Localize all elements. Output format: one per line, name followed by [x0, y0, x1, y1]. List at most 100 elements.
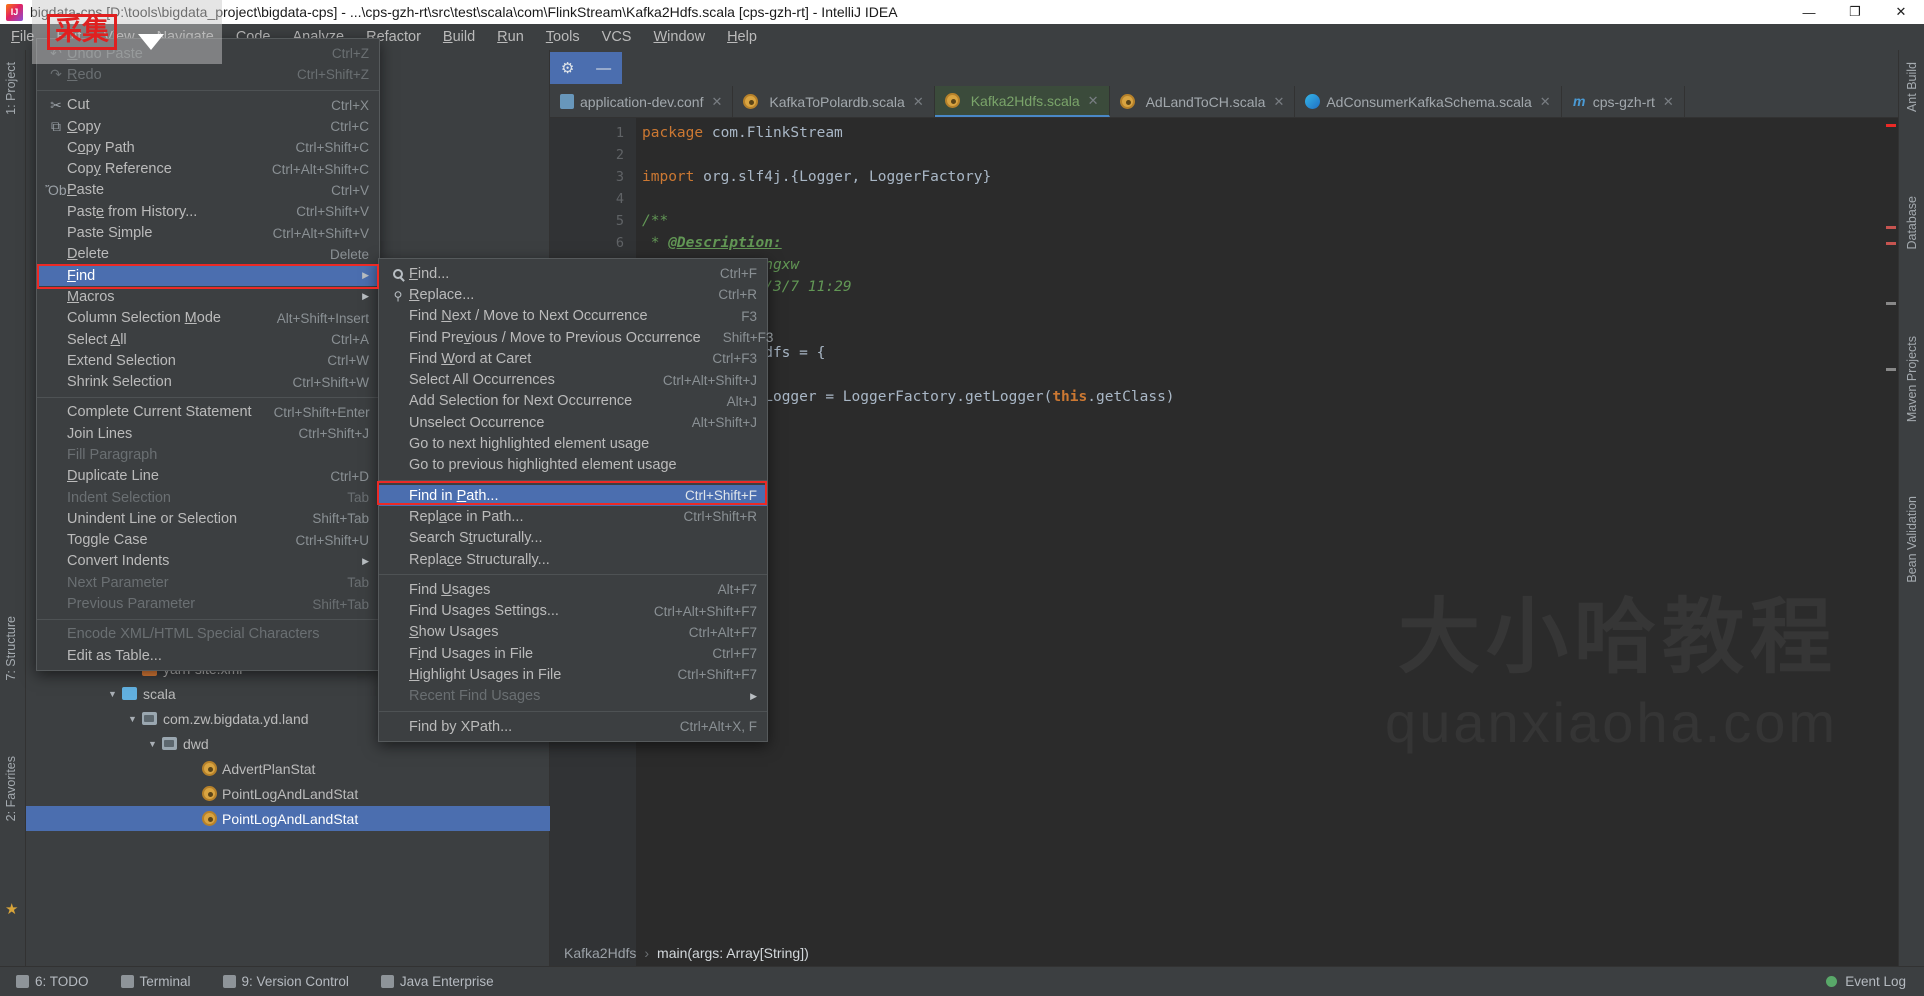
menu-item-find[interactable]: Find ▶ — [37, 264, 379, 287]
menu-item-select-all-occurrences[interactable]: Select All Occurrences Ctrl+Alt+Shift+J — [379, 369, 767, 390]
breadcrumb-method[interactable]: main(args: Array[String]) — [657, 945, 809, 961]
menu-run[interactable]: Run — [486, 27, 535, 48]
sidebar-item-database[interactable]: Database — [1900, 190, 1924, 256]
menu-item-highlight-usages-in-file[interactable]: Highlight Usages in File Ctrl+Shift+F7 — [379, 664, 767, 685]
menu-item-convert-indents[interactable]: Convert Indents ▶ — [37, 551, 379, 572]
menu-item-paste-from-history[interactable]: Paste from History... Ctrl+Shift+V — [37, 201, 379, 222]
menu-item-unselect-occurrence[interactable]: Unselect Occurrence Alt+Shift+J — [379, 412, 767, 433]
find-submenu-popup[interactable]: Find... Ctrl+F ⚲ Replace... Ctrl+R Find Next… — [378, 258, 773, 743]
close-button[interactable]: ✕ — [1878, 0, 1924, 24]
menu-item-paste[interactable]: Ὄb Paste Ctrl+V — [37, 180, 379, 201]
editor-tab-kafkatopolardb-scala[interactable]: KafkaToPolardb.scala ✕ — [733, 86, 935, 117]
tree-item-pointlogandlandstat[interactable]: PointLogAndLandStat — [26, 806, 550, 831]
close-icon[interactable]: ✕ — [913, 94, 924, 110]
menu-item-find-in-path[interactable]: Find in Path... Ctrl+Shift+F — [379, 484, 767, 507]
sidebar-item-structure[interactable]: 7: Structure — [0, 610, 23, 687]
close-icon[interactable]: ✕ — [711, 94, 722, 110]
chevron-down-icon[interactable]: ▼ — [146, 739, 159, 749]
edit-menu-popup[interactable]: ↶ Undo Paste Ctrl+Z ↷ Redo Ctrl+Shift+Z ✂ Cut Ct… — [36, 38, 380, 672]
menu-item-shortcut: Shift+Tab — [312, 596, 369, 612]
status-item-6-todo[interactable]: 6: TODO — [16, 974, 105, 989]
menu-tools[interactable]: Tools — [535, 27, 591, 48]
collapse-icon[interactable]: — — [596, 60, 611, 77]
menu-item-find-next-move-to-next-occurrence[interactable]: Find Next / Move to Next Occurrence F3 — [379, 306, 767, 327]
sidebar-item-ant-build[interactable]: Ant Build — [1900, 56, 1924, 118]
tree-item-advertplanstat[interactable]: AdvertPlanStat — [26, 756, 550, 781]
editor-tab-cps-gzh-rt[interactable]: m cps-gzh-rt ✕ — [1562, 86, 1685, 117]
menu-item-find-usages-settings[interactable]: Find Usages Settings... Ctrl+Alt+Shift+F7 — [379, 600, 767, 621]
event-log-label[interactable]: Event Log — [1845, 974, 1906, 989]
menu-item-copy[interactable]: ⧉ Copy Ctrl+C — [37, 116, 379, 137]
tree-item-pointlogandlandstat[interactable]: PointLogAndLandStat — [26, 781, 550, 806]
menu-build[interactable]: Build — [432, 27, 486, 48]
menu-item-duplicate-line[interactable]: Duplicate Line Ctrl+D — [37, 466, 379, 487]
menu-item-extend-selection[interactable]: Extend Selection Ctrl+W — [37, 350, 379, 371]
menu-item-cut[interactable]: ✂ Cut Ctrl+X — [37, 95, 379, 116]
menu-item-toggle-case[interactable]: Toggle Case Ctrl+Shift+U — [37, 530, 379, 551]
close-icon[interactable]: ✕ — [1540, 94, 1551, 110]
menu-item-delete[interactable]: Delete Delete — [37, 244, 379, 265]
menu-item-paste-simple[interactable]: Paste Simple Ctrl+Alt+Shift+V — [37, 222, 379, 243]
menu-item-find-by-xpath[interactable]: Find by XPath... Ctrl+Alt+X, F — [379, 716, 767, 737]
menu-item-edit-as-table[interactable]: Edit as Table... — [37, 645, 379, 666]
sidebar-item-favorites[interactable]: 2: Favorites — [0, 750, 23, 827]
menu-item-find-usages[interactable]: Find Usages Alt+F7 — [379, 579, 767, 600]
menu-item-find[interactable]: Find... Ctrl+F — [379, 263, 767, 284]
menu-item-search-structurally[interactable]: Search Structurally... — [379, 528, 767, 549]
menu-vcs[interactable]: VCS — [591, 27, 643, 48]
menu-item-column-selection-mode[interactable]: Column Selection Mode Alt+Shift+Insert — [37, 308, 379, 329]
menu-item-go-to-next-highlighted-element-usage[interactable]: Go to next highlighted element usage — [379, 433, 767, 454]
menu-item-join-lines[interactable]: Join Lines Ctrl+Shift+J — [37, 423, 379, 444]
menu-item-show-usages[interactable]: Show Usages Ctrl+Alt+F7 — [379, 622, 767, 643]
code-editor[interactable]: package com.FlinkStream import org.slf4j… — [636, 118, 1898, 966]
menu-item-icon-placeholder — [387, 457, 409, 473]
vcs-icon — [222, 975, 236, 988]
chevron-down-icon[interactable]: ▼ — [126, 714, 139, 724]
close-icon[interactable]: ✕ — [1663, 94, 1674, 110]
sidebar-item-bean-validation[interactable]: Bean Validation — [1900, 490, 1924, 589]
menu-item-select-all[interactable]: Select All Ctrl+A — [37, 329, 379, 350]
menu-help[interactable]: Help — [716, 27, 768, 48]
status-item-terminal[interactable]: Terminal — [120, 974, 207, 989]
favorites-star-icon[interactable]: ★ — [5, 900, 18, 918]
menu-item-shrink-selection[interactable]: Shrink Selection Ctrl+Shift+W — [37, 371, 379, 392]
menu-item-shortcut: Ctrl+Alt+F7 — [688, 624, 757, 640]
menu-item-unindent-line-or-selection[interactable]: Unindent Line or Selection Shift+Tab — [37, 508, 379, 529]
menu-item-shortcut: Shift+F3 — [722, 330, 774, 346]
menu-item-copy-path[interactable]: Copy Path Ctrl+Shift+C — [37, 137, 379, 158]
gear-icon[interactable]: ⚙ — [561, 59, 574, 77]
menu-item-label: Previous Parameter — [67, 596, 196, 613]
menu-item-go-to-previous-highlighted-element-usage[interactable]: Go to previous highlighted element usage — [379, 455, 767, 476]
breadcrumb-file[interactable]: Kafka2Hdfs — [564, 945, 636, 961]
minimize-button[interactable]: — — [1786, 0, 1832, 24]
menu-item-find-usages-in-file[interactable]: Find Usages in File Ctrl+F7 — [379, 643, 767, 664]
close-icon[interactable]: ✕ — [1088, 93, 1099, 109]
menu-item-replace-structurally[interactable]: Replace Structurally... — [379, 549, 767, 570]
close-icon[interactable]: ✕ — [1273, 94, 1284, 110]
menu-item-shortcut: Tab — [347, 575, 369, 591]
menu-item-copy-reference[interactable]: Copy Reference Ctrl+Alt+Shift+C — [37, 158, 379, 179]
menu-item-icon-placeholder — [387, 719, 409, 735]
editor-tab-adlandtoch-scala[interactable]: AdLandToCH.scala ✕ — [1110, 86, 1296, 117]
menu-item-complete-current-statement[interactable]: Complete Current Statement Ctrl+Shift+Ent… — [37, 402, 379, 423]
menu-item-replace[interactable]: ⚲ Replace... Ctrl+R — [379, 284, 767, 305]
maximize-button[interactable]: ❐ — [1832, 0, 1878, 24]
editor-scrollbar[interactable] — [1884, 118, 1898, 966]
menu-item-find-previous-move-to-previous-occurrence[interactable]: Find Previous / Move to Previous Occurre… — [379, 327, 773, 348]
editor-tab-kafka2hdfs-scala[interactable]: Kafka2Hdfs.scala ✕ — [934, 86, 1110, 117]
menu-item-label: Indent Selection — [67, 489, 171, 506]
menu-item-add-selection-for-next-occurrence[interactable]: Add Selection for Next Occurrence Alt+J — [379, 391, 767, 412]
sidebar-item-maven-projects[interactable]: Maven Projects — [1900, 330, 1924, 428]
menu-item-find-word-at-caret[interactable]: Find Word at Caret Ctrl+F3 — [379, 348, 767, 369]
status-item-9-version-control[interactable]: 9: Version Control — [222, 974, 365, 989]
chevron-down-icon[interactable]: ▼ — [106, 689, 119, 699]
menu-item-replace-in-path[interactable]: Replace in Path... Ctrl+Shift+R — [379, 506, 767, 527]
editor-tab-application-dev-conf[interactable]: application-dev.conf ✕ — [550, 86, 734, 117]
menu-item-macros[interactable]: Macros ▶ — [37, 286, 379, 307]
status-item-java-enterprise[interactable]: Java Enterprise — [380, 974, 510, 989]
code-token: package — [642, 125, 704, 141]
menu-window[interactable]: Window — [642, 27, 716, 48]
sidebar-item-project[interactable]: 1: Project — [0, 56, 23, 121]
editor-tab-adconsumerkafkaschema-scala[interactable]: AdConsumerKafkaSchema.scala ✕ — [1295, 86, 1562, 117]
